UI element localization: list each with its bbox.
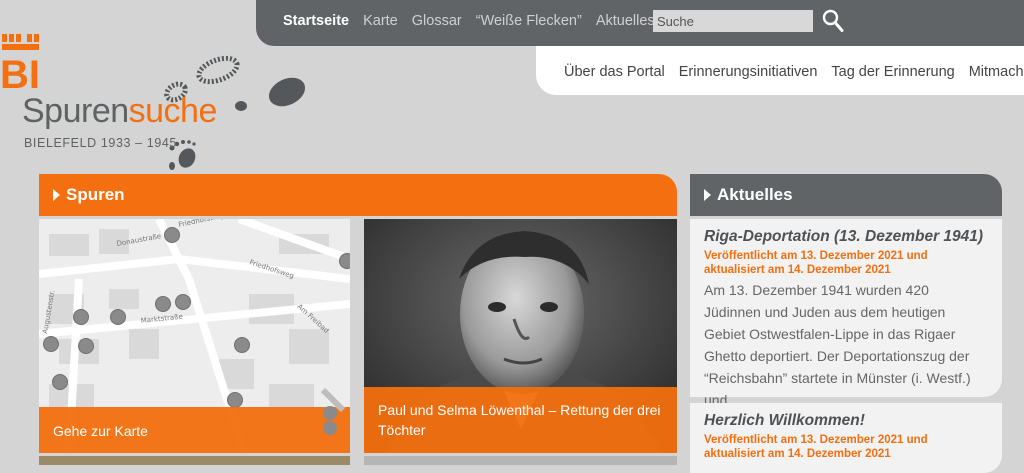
map-marker [234,337,250,353]
spuren-title: Spuren [66,185,125,204]
story-tile-caption: Paul und Selma Löwenthal – Rettung der d… [364,387,677,453]
logo-subtitle: BIELEFELD 1933 – 1945 [24,136,177,150]
map-tile-caption: Gehe zur Karte [39,407,350,453]
subnav-item-ueber-das-portal[interactable]: Über das Portal [564,64,665,80]
aktuelles-title: Aktuelles [717,185,793,204]
bielefeld-city-mark-icon: BI [0,34,40,90]
news-card: Riga-Deportation (13. Dezember 1941) Ver… [690,219,1002,408]
nav-item-startseite[interactable]: Startseite [283,13,349,29]
map-marker [175,294,191,310]
subnav-item-erinnerungsinitiativen[interactable]: Erinnerungsinitiativen [679,64,818,80]
secondary-navigation: Über das Portal Erinnerungsinitiativen T… [536,46,1024,95]
decorative-markers [320,387,346,435]
map-tile[interactable]: Donaustraße Friedhofsweg Friedhofsweg Ma… [39,219,350,453]
story-tile-loewenthal[interactable]: Paul und Selma Löwenthal – Rettung der d… [364,219,677,453]
subnav-item-tag-der-erinnerung[interactable]: Tag der Erinnerung [831,64,954,80]
map-marker [164,227,180,243]
next-tile-preview [39,456,350,465]
nav-item-aktuelles[interactable]: Aktuelles [596,13,655,29]
logo-wordmark: Spurensuche [22,92,217,131]
map-marker [52,374,68,390]
map-marker [110,309,126,325]
map-marker [73,309,89,325]
search-input[interactable] [653,10,813,32]
search-icon[interactable] [822,9,844,33]
map-marker [227,392,243,408]
nav-item-glossar[interactable]: Glossar [412,13,462,29]
main-nav-items: Startseite Karte Glossar “Weiße Flecken”… [283,13,669,29]
nav-item-weisse-flecken[interactable]: “Weiße Flecken” [476,13,582,29]
triangle-right-icon [704,189,711,201]
news-title[interactable]: Riga-Deportation (13. Dezember 1941) [704,227,988,247]
spuren-header[interactable]: Spuren [39,174,677,216]
news-title[interactable]: Herzlich Willkommen! [704,411,988,431]
subnav-item-mitmachen[interactable]: Mitmachen! [969,64,1024,80]
main-navigation: Startseite Karte Glossar “Weiße Flecken”… [256,0,1024,46]
news-excerpt: Am 13. Dezember 1941 wurden 420 Jüdinnen… [704,282,971,408]
svg-text:BI: BI [0,53,40,90]
news-date: Veröffentlicht am 13. Dezember 2021 und … [704,250,928,276]
news-card: Herzlich Willkommen! Veröffentlicht am 1… [690,403,1002,473]
news-date: Veröffentlicht am 13. Dezember 2021 und … [704,434,928,460]
aktuelles-header[interactable]: Aktuelles [690,174,1002,216]
logo-word-spuren: Spuren [22,92,129,130]
next-tile-preview [364,456,677,465]
map-marker [155,296,171,312]
logo-word-suche: suche [128,92,218,130]
secondary-nav-items: Über das Portal Erinnerungsinitiativen T… [564,64,1024,80]
map-marker [43,336,59,352]
triangle-right-icon [53,189,60,201]
nav-item-karte[interactable]: Karte [363,13,398,29]
site-logo[interactable]: BI Spurensuche BIELEFELD 1933 – 1945 [0,30,320,180]
map-marker [339,253,350,269]
map-marker [78,338,94,354]
